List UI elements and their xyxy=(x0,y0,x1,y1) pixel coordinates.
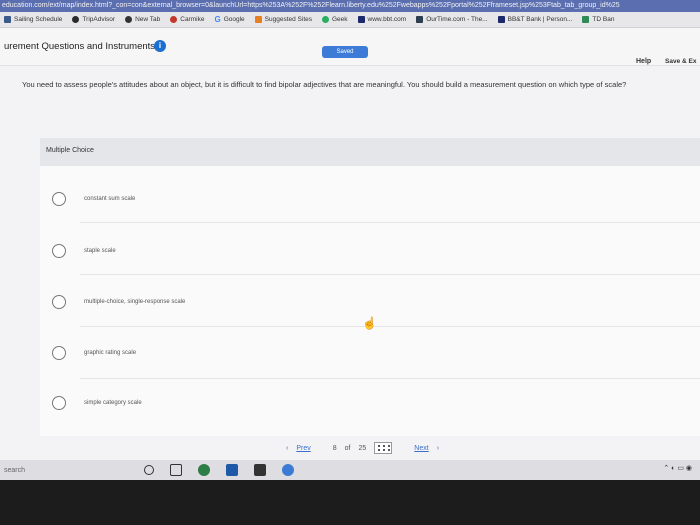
answer-option[interactable]: graphic rating scale xyxy=(52,346,136,360)
radio-button[interactable] xyxy=(52,244,66,258)
bookmark-sailing-schedule[interactable]: Sailing Schedule xyxy=(4,16,62,23)
carmike-icon xyxy=(170,16,178,23)
option-divider xyxy=(80,222,700,223)
page-of-label: of xyxy=(344,444,351,452)
question-type-label: Multiple Choice xyxy=(46,147,94,154)
bookmark-label: TD Ban xyxy=(592,16,615,23)
bookmark-icon xyxy=(4,16,11,23)
save-exit-button[interactable]: Save & Ex xyxy=(665,58,696,65)
bookmark-label: Sailing Schedule xyxy=(14,16,63,23)
browser-icon[interactable] xyxy=(282,464,294,476)
pagination: ‹ Prev 8 of 25 Next › xyxy=(286,442,439,454)
bookmark-new-tab[interactable]: New Tab xyxy=(125,16,160,23)
bookmark-bbt-bank[interactable]: BB&T Bank | Person... xyxy=(497,16,573,23)
bookmark-label: OurTime.com - The... xyxy=(426,16,488,23)
radio-button[interactable] xyxy=(52,295,66,309)
bookmark-label: Geek xyxy=(332,16,348,23)
cortana-icon[interactable] xyxy=(144,465,154,475)
page-title: urement Questions and Instruments xyxy=(4,41,156,52)
option-label: constant sum scale xyxy=(84,196,136,202)
chrome-icon[interactable] xyxy=(198,464,210,476)
globe-icon xyxy=(125,16,133,23)
option-divider xyxy=(80,326,700,327)
option-label: multiple-choice, single-response scale xyxy=(84,299,186,305)
prev-chevron-icon[interactable]: ‹ xyxy=(286,445,288,452)
bookmark-label: Google xyxy=(223,16,245,23)
bookmark-ourtime[interactable]: OurTime.com - The... xyxy=(416,16,488,23)
hand-cursor-icon: ☝ xyxy=(362,316,377,330)
bookmark-label: TripAdvisor xyxy=(82,16,116,23)
answer-option[interactable]: staple scale xyxy=(52,244,116,258)
bookmark-geek[interactable]: Geek xyxy=(322,16,348,23)
bookmark-td-bank[interactable]: TD Ban xyxy=(582,16,614,23)
info-icon[interactable]: i xyxy=(154,40,166,52)
answer-option[interactable]: multiple-choice, single-response scale xyxy=(52,295,185,309)
bbt-icon xyxy=(357,16,365,23)
bookmark-label: Suggested Sites xyxy=(264,16,312,23)
taskbar: search ⌃ ◐ ▭ ◉ xyxy=(0,460,700,480)
radio-button[interactable] xyxy=(52,192,66,206)
answer-panel: Multiple Choice constant sum scale stapl… xyxy=(40,138,700,436)
bookmark-suggested-sites[interactable]: Suggested Sites xyxy=(254,16,312,23)
bookmark-tripadvisor[interactable]: TripAdvisor xyxy=(72,16,115,23)
ourtime-icon xyxy=(416,16,424,23)
saved-status-badge: Saved xyxy=(322,46,368,58)
bookmark-bbt[interactable]: www.bbt.com xyxy=(357,16,407,23)
system-tray[interactable]: ⌃ ◐ ▭ ◉ xyxy=(663,464,692,472)
bbt-bank-icon xyxy=(497,16,505,23)
option-label: graphic rating scale xyxy=(84,350,137,356)
answer-option[interactable]: simple category scale xyxy=(52,396,142,410)
bookmark-label: www.bbt.com xyxy=(367,16,407,23)
next-chevron-icon[interactable]: › xyxy=(437,445,439,452)
tripadvisor-icon xyxy=(72,16,80,23)
help-link[interactable]: Help xyxy=(636,58,651,65)
store-icon[interactable] xyxy=(254,464,266,476)
task-view-icon[interactable] xyxy=(170,464,182,476)
option-label: staple scale xyxy=(84,248,116,254)
option-label: simple category scale xyxy=(84,400,142,406)
bookmark-carmike[interactable]: Carmike xyxy=(170,16,204,23)
edge-icon[interactable] xyxy=(226,464,238,476)
suggested-sites-icon xyxy=(254,16,262,23)
next-button[interactable]: Next xyxy=(414,445,428,452)
radio-button[interactable] xyxy=(52,396,66,410)
answer-option[interactable]: constant sum scale xyxy=(52,192,135,206)
page-total: 25 xyxy=(358,444,367,452)
google-icon: G xyxy=(214,15,221,24)
question-type-header: Multiple Choice xyxy=(40,138,700,166)
taskbar-search[interactable]: search xyxy=(4,467,124,474)
bookmark-label: BB&T Bank | Person... xyxy=(507,16,573,23)
bookmark-label: New Tab xyxy=(135,16,161,23)
geek-icon xyxy=(322,16,329,23)
bookmark-google[interactable]: G Google xyxy=(214,15,244,24)
radio-button[interactable] xyxy=(52,346,66,360)
bookmark-label: Carmike xyxy=(180,16,205,23)
browser-url-bar[interactable]: education.com/ext/map/index.html?_con=co… xyxy=(0,0,700,12)
grid-icon[interactable] xyxy=(374,442,393,454)
question-area: You need to assess people's attitudes ab… xyxy=(0,66,700,460)
question-text: You need to assess people's attitudes ab… xyxy=(22,80,627,89)
bookmarks-bar: Sailing Schedule TripAdvisor New Tab Car… xyxy=(0,12,700,28)
td-bank-icon xyxy=(582,16,590,23)
page-current: 8 xyxy=(332,444,337,452)
prev-button[interactable]: Prev xyxy=(296,445,310,452)
option-divider xyxy=(80,378,700,379)
option-divider xyxy=(80,274,700,275)
